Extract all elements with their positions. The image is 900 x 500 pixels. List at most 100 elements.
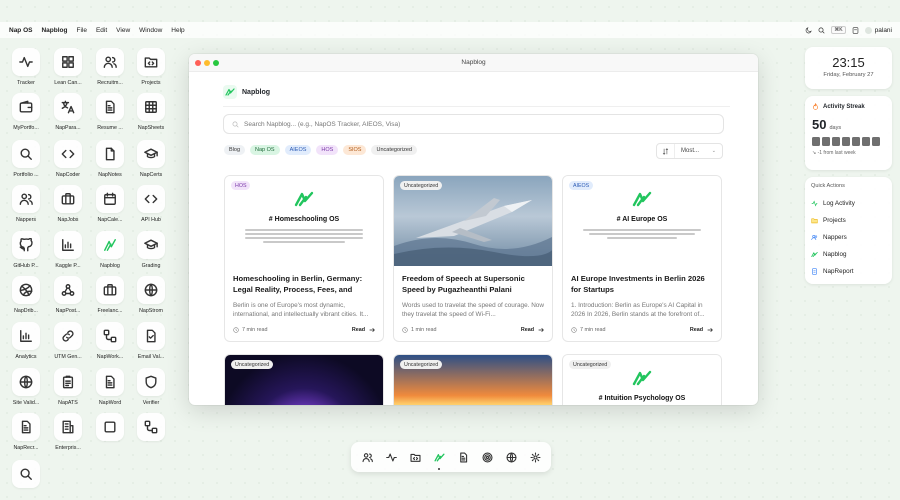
activity-streak-widget[interactable]: Activity Streak 50 days ↘ -1 from last we… — [805, 96, 892, 170]
dock-documents[interactable] — [455, 449, 471, 465]
desktop-app[interactable]: UTM Gen... — [44, 322, 92, 360]
desktop-app[interactable]: Grading — [127, 231, 175, 269]
desktop-app[interactable]: NapRecr... — [2, 413, 50, 451]
app-tile[interactable] — [137, 231, 165, 259]
desktop-app[interactable]: MyPortfo... — [2, 93, 50, 131]
app-tile[interactable] — [54, 231, 82, 259]
read-button[interactable]: Read — [352, 327, 375, 333]
dock-napblog[interactable] — [431, 449, 447, 470]
desktop-app[interactable]: Analytics — [2, 322, 50, 360]
app-tile[interactable] — [96, 322, 124, 350]
desktop-app[interactable]: GitHub P... — [2, 231, 50, 269]
dock-tracker[interactable] — [383, 449, 399, 465]
minimize-button[interactable] — [204, 60, 210, 66]
desktop-app[interactable]: Verifier — [127, 368, 175, 406]
app-tile[interactable] — [137, 322, 165, 350]
filter-chip[interactable]: Blog — [224, 145, 246, 155]
window-titlebar[interactable]: Napblog — [189, 54, 758, 72]
quick-action-nappers[interactable]: Nappers — [811, 229, 886, 246]
notes-icon[interactable] — [852, 26, 859, 34]
post-card[interactable]: Uncategorized # Intuition Psychology OS — [562, 354, 722, 405]
app-tile[interactable] — [12, 413, 40, 441]
app-tile[interactable] — [12, 460, 40, 488]
app-tile[interactable] — [54, 368, 82, 396]
post-title[interactable]: Freedom of Speech at Supersonic Speed by… — [402, 274, 544, 296]
command-k-shortcut[interactable]: ⌘K — [831, 26, 846, 34]
sort-toggle[interactable] — [657, 144, 675, 158]
filter-chip[interactable]: HOS — [316, 145, 339, 155]
quick-action-log-activity[interactable]: Log Activity — [811, 195, 886, 212]
dock-projects[interactable] — [407, 449, 423, 465]
desktop-app[interactable]: Kaggle P... — [44, 231, 92, 269]
filter-chip[interactable]: Uncategorized — [371, 145, 417, 155]
app-tile[interactable] — [96, 276, 124, 304]
desktop-app[interactable]: Email Val... — [127, 322, 175, 360]
post-title[interactable]: AI Europe Investments in Berlin 2026 for… — [571, 274, 713, 296]
app-tile[interactable] — [12, 368, 40, 396]
post-card[interactable]: HOS # Homeschooling OS Homeschooling in … — [224, 175, 384, 342]
menu-view[interactable]: View — [116, 27, 130, 34]
search-input[interactable]: Search Napblog... (e.g., NapOS Tracker, … — [223, 114, 724, 134]
desktop-app[interactable]: Tracker — [2, 48, 50, 86]
app-tile[interactable] — [96, 413, 124, 441]
menu-napblog[interactable]: Napblog — [41, 27, 67, 34]
app-tile[interactable] — [54, 140, 82, 168]
app-tile[interactable] — [12, 276, 40, 304]
user-badge[interactable]: palani — [864, 26, 892, 34]
app-tile[interactable] — [96, 48, 124, 76]
app-tile[interactable] — [96, 185, 124, 213]
app-tile[interactable] — [137, 276, 165, 304]
post-card[interactable]: Uncategorized — [393, 354, 553, 405]
app-tile[interactable] — [137, 93, 165, 121]
desktop-app[interactable]: Nappers — [2, 185, 50, 223]
menu-file[interactable]: File — [76, 27, 86, 34]
post-card[interactable]: AIEOS # AI Europe OS AI Europe Investmen… — [562, 175, 722, 342]
quick-action-napblog[interactable]: Napblog — [811, 246, 886, 263]
menu-app-name[interactable]: Nap OS — [9, 27, 32, 34]
app-tile[interactable] — [137, 368, 165, 396]
app-tile[interactable] — [12, 231, 40, 259]
quick-action-napreport[interactable]: NapReport — [811, 263, 886, 280]
read-button[interactable]: Read — [690, 327, 713, 333]
filter-chip[interactable]: Nap OS — [250, 145, 280, 155]
desktop-app[interactable]: NapATS — [44, 368, 92, 406]
app-tile[interactable] — [12, 185, 40, 213]
desktop-app[interactable] — [2, 460, 50, 488]
desktop-app[interactable]: Portfolio ... — [2, 140, 50, 178]
app-tile[interactable] — [137, 413, 165, 441]
dock-web[interactable] — [503, 449, 519, 465]
app-tile[interactable] — [54, 185, 82, 213]
app-tile[interactable] — [54, 276, 82, 304]
app-tile[interactable] — [12, 140, 40, 168]
desktop-app[interactable]: NapDrib... — [2, 276, 50, 314]
app-tile[interactable] — [137, 185, 165, 213]
app-tile[interactable] — [96, 93, 124, 121]
desktop-app[interactable]: NapStrom — [127, 276, 175, 314]
menu-help[interactable]: Help — [171, 27, 184, 34]
desktop-app[interactable]: NapPost... — [44, 276, 92, 314]
dock-settings[interactable] — [527, 449, 543, 465]
desktop-app[interactable]: API Hub — [127, 185, 175, 223]
app-tile[interactable] — [96, 140, 124, 168]
app-tile[interactable] — [96, 231, 124, 259]
app-tile[interactable] — [54, 322, 82, 350]
desktop-app[interactable] — [127, 413, 175, 441]
post-card[interactable]: Uncategorized Freedom of Speech at Super… — [393, 175, 553, 342]
desktop-app[interactable]: Lean Can... — [44, 48, 92, 86]
post-title[interactable]: Homeschooling in Berlin, Germany: Legal … — [233, 274, 375, 296]
menu-edit[interactable]: Edit — [96, 27, 107, 34]
app-tile[interactable] — [96, 368, 124, 396]
read-button[interactable]: Read — [521, 327, 544, 333]
desktop-app[interactable]: Projects — [127, 48, 175, 86]
app-tile[interactable] — [54, 413, 82, 441]
desktop-app[interactable]: NapCoder — [44, 140, 92, 178]
filter-chip[interactable]: SIOS — [343, 145, 367, 155]
dock-targets[interactable] — [479, 449, 495, 465]
desktop-app[interactable]: NapCerts — [127, 140, 175, 178]
post-card[interactable]: Uncategorized — [224, 354, 384, 405]
napblog-brand[interactable]: Napblog — [223, 85, 270, 99]
close-button[interactable] — [195, 60, 201, 66]
desktop-app[interactable]: Site Valid... — [2, 368, 50, 406]
desktop-app[interactable]: Enterpris... — [44, 413, 92, 451]
filter-chip[interactable]: AIEOS — [284, 145, 312, 155]
